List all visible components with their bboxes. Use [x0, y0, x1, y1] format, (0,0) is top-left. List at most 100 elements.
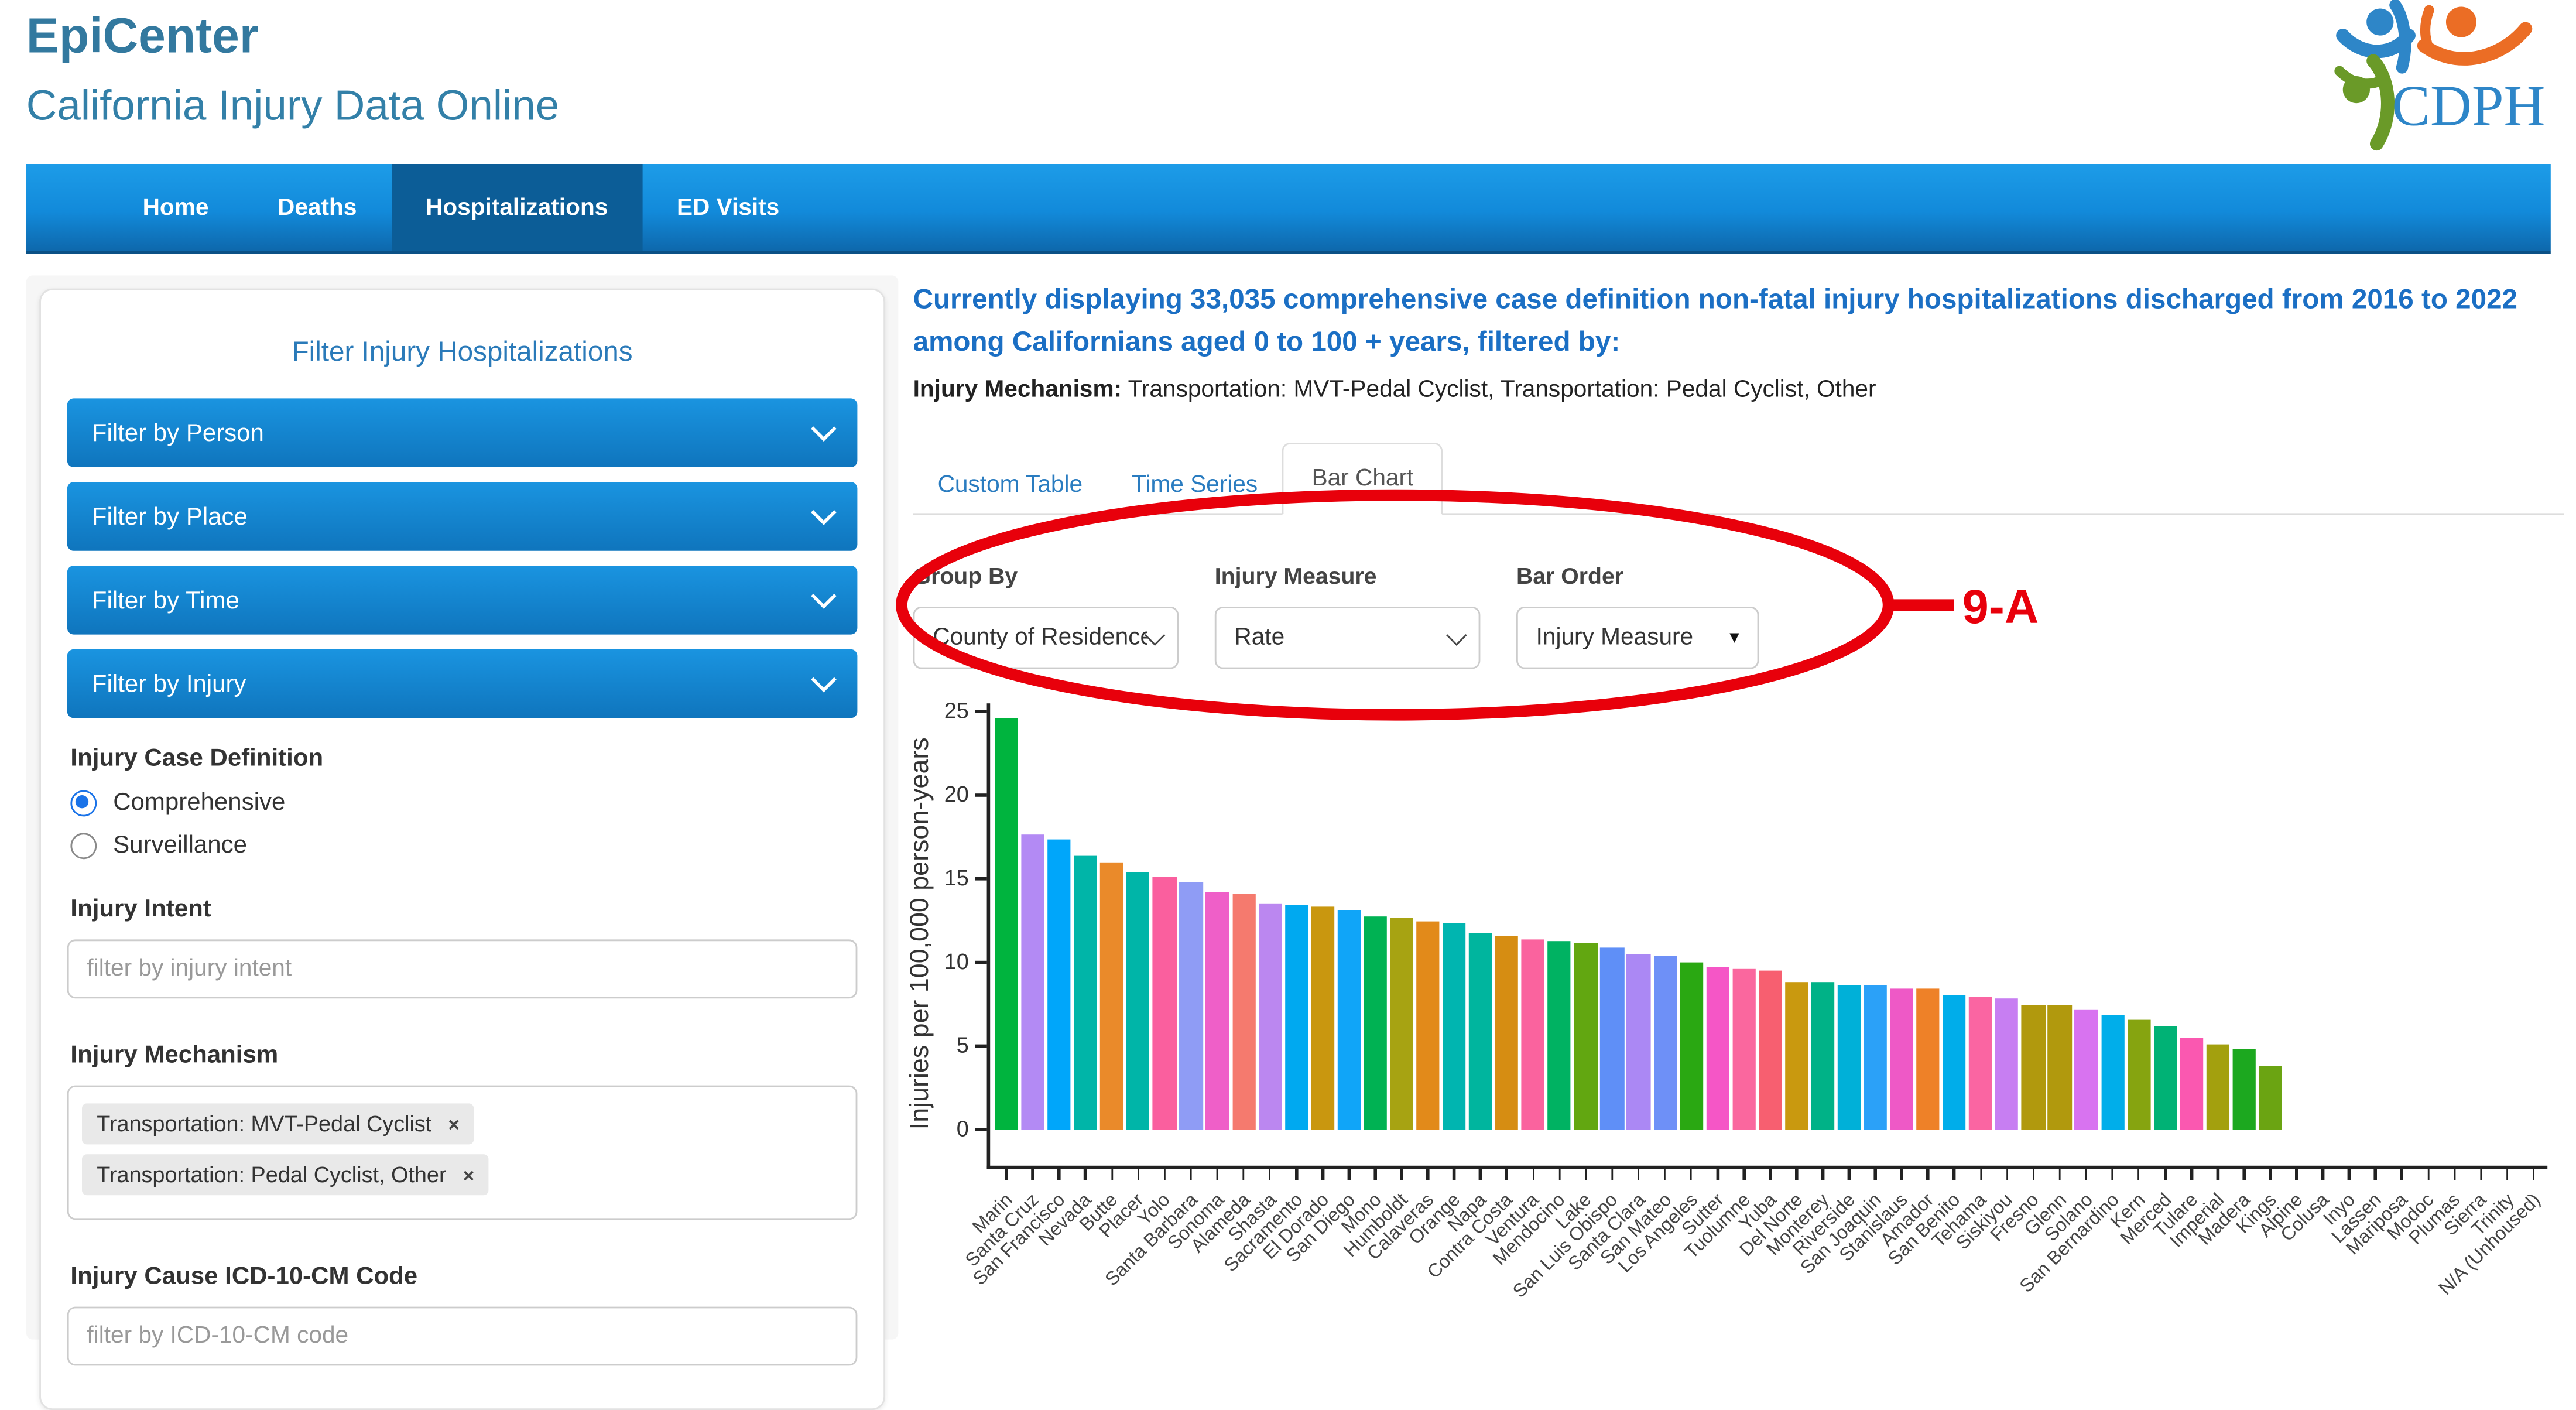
bar-sutter	[1705, 966, 1729, 1130]
bar-mendocino	[1547, 940, 1571, 1130]
view-tabs: Custom Table Time Series Bar Chart	[913, 443, 2564, 515]
x-tick-mark	[2242, 1169, 2246, 1180]
bar-santa-clara	[1626, 954, 1650, 1130]
remove-chip-icon[interactable]: ×	[463, 1164, 475, 1187]
triangle-down-icon: ▼	[1726, 628, 1743, 647]
x-tick-mark	[1242, 1169, 1245, 1180]
icd-code-input[interactable]	[67, 1306, 858, 1366]
remove-chip-icon[interactable]: ×	[448, 1113, 460, 1136]
bar-napa	[1469, 933, 1492, 1130]
accordion-filter-by-time[interactable]: Filter by Time	[67, 566, 858, 635]
nav-item-home[interactable]: Home	[108, 164, 243, 251]
bar-san-diego	[1337, 911, 1361, 1130]
x-tick-mark	[2479, 1169, 2482, 1180]
chevron-down-icon	[811, 416, 837, 442]
group-by-label: Group By	[913, 562, 1018, 589]
accordion-filter-by-person[interactable]: Filter by Person	[67, 398, 858, 467]
tab-custom-table[interactable]: Custom Table	[913, 457, 1107, 513]
bar-orange	[1443, 922, 1466, 1130]
tab-bar-chart[interactable]: Bar Chart	[1282, 443, 1443, 515]
chevron-down-icon	[811, 583, 837, 609]
bar-yolo	[1153, 877, 1177, 1130]
radio-surveillance[interactable]: Surveillance	[70, 831, 854, 860]
tab-time-series[interactable]: Time Series	[1107, 457, 1282, 513]
bar-san-mateo	[1653, 956, 1677, 1130]
x-tick-mark	[2506, 1169, 2509, 1180]
bar-contra-costa	[1495, 935, 1519, 1130]
x-tick-mark	[1479, 1169, 1482, 1180]
y-tick-mark	[975, 1128, 987, 1131]
bar-san-francisco	[1047, 839, 1071, 1130]
bar-order-dropdown[interactable]: Injury Measure ▼	[1516, 607, 1759, 669]
radio-button-icon[interactable]	[70, 832, 97, 858]
x-tick-mark	[1637, 1169, 1640, 1180]
x-tick-mark	[2374, 1169, 2377, 1180]
injury-intent-input[interactable]	[67, 939, 858, 999]
y-tick-mark	[975, 877, 987, 881]
x-tick-mark	[1294, 1169, 1298, 1180]
radio-comprehensive[interactable]: Comprehensive	[70, 789, 854, 816]
nav-item-deaths[interactable]: Deaths	[243, 164, 391, 251]
bar-kern	[2127, 1019, 2150, 1130]
main-navbar: Home Deaths Hospitalizations ED Visits	[26, 164, 2551, 254]
chip-label: Transportation: Pedal Cyclist, Other	[97, 1162, 447, 1187]
x-tick-mark	[1558, 1169, 1561, 1180]
y-tick-mark	[975, 1044, 987, 1048]
nav-item-ed-visits[interactable]: ED Visits	[642, 164, 814, 251]
x-tick-mark	[1505, 1169, 1509, 1180]
x-tick-mark	[1532, 1169, 1535, 1180]
x-tick-mark	[1769, 1169, 1772, 1180]
x-tick-mark	[2163, 1169, 2167, 1180]
nav-item-hospitalizations[interactable]: Hospitalizations	[391, 164, 643, 251]
bar-order-control: Bar Order Injury Measure ▼	[1516, 562, 1759, 669]
bar-ventura	[1521, 940, 1545, 1130]
x-tick-mark	[1927, 1169, 1930, 1180]
bar-el-dorado	[1311, 907, 1334, 1130]
x-tick-mark	[2453, 1169, 2456, 1180]
x-tick-mark	[2427, 1169, 2430, 1180]
radio-label: Surveillance	[113, 831, 248, 860]
bar-solano	[2074, 1009, 2098, 1130]
bar-sonoma	[1205, 892, 1229, 1130]
x-tick-mark	[2348, 1169, 2351, 1180]
x-tick-mark	[1190, 1169, 1193, 1180]
y-tick-mark	[975, 960, 987, 964]
bar-glenn	[2048, 1005, 2072, 1130]
bar-del-norte	[1784, 981, 1808, 1130]
accordion-filter-by-injury[interactable]: Filter by Injury	[67, 649, 858, 718]
filter-sidebar: Filter Injury Hospitalizations Filter by…	[26, 275, 899, 1410]
bar-santa-barbara	[1179, 882, 1203, 1130]
x-tick-mark	[1716, 1169, 1719, 1180]
bar-san-joaquin	[1864, 985, 1888, 1130]
chevron-down-icon	[1445, 624, 1467, 645]
selected-filter-chip: Transportation: Pedal Cyclist, Other ×	[82, 1154, 489, 1196]
bar-alameda	[1232, 894, 1256, 1130]
x-tick-mark	[2269, 1169, 2272, 1180]
x-tick-mark	[1690, 1169, 1693, 1180]
x-tick-mark	[1742, 1169, 1745, 1180]
bar-santa-cruz	[1021, 835, 1045, 1130]
bar-monterey	[1811, 982, 1835, 1130]
bar-los-angeles	[1679, 962, 1703, 1130]
x-tick-mark	[1900, 1169, 1903, 1180]
x-tick-mark	[1268, 1169, 1272, 1180]
cdph-logo-text: CDPH	[2392, 74, 2546, 138]
x-tick-mark	[2295, 1169, 2298, 1180]
bar-tehama	[1969, 997, 1993, 1130]
accordion-label: Filter by Place	[91, 502, 248, 531]
x-tick-mark	[2111, 1169, 2114, 1180]
injury-measure-label: Injury Measure	[1214, 562, 1377, 589]
radio-button-icon[interactable]	[70, 789, 97, 816]
x-tick-mark	[1426, 1169, 1430, 1180]
bar-tulare	[2180, 1038, 2203, 1130]
group-by-control: Group By County of Residence	[913, 562, 1179, 669]
y-tick-label: 15	[944, 865, 969, 891]
x-tick-mark	[1874, 1169, 1877, 1180]
bar-lake	[1574, 942, 1598, 1130]
injury-mechanism-multiselect[interactable]: Transportation: MVT-Pedal Cyclist × Transp…	[67, 1085, 858, 1220]
injury-measure-select[interactable]: Rate	[1214, 607, 1481, 669]
accordion-filter-by-place[interactable]: Filter by Place	[67, 482, 858, 551]
active-filter-label: Injury Mechanism:	[913, 377, 1122, 403]
group-by-select[interactable]: County of Residence	[913, 607, 1179, 669]
app-subtitle: California Injury Data Online	[26, 79, 560, 129]
